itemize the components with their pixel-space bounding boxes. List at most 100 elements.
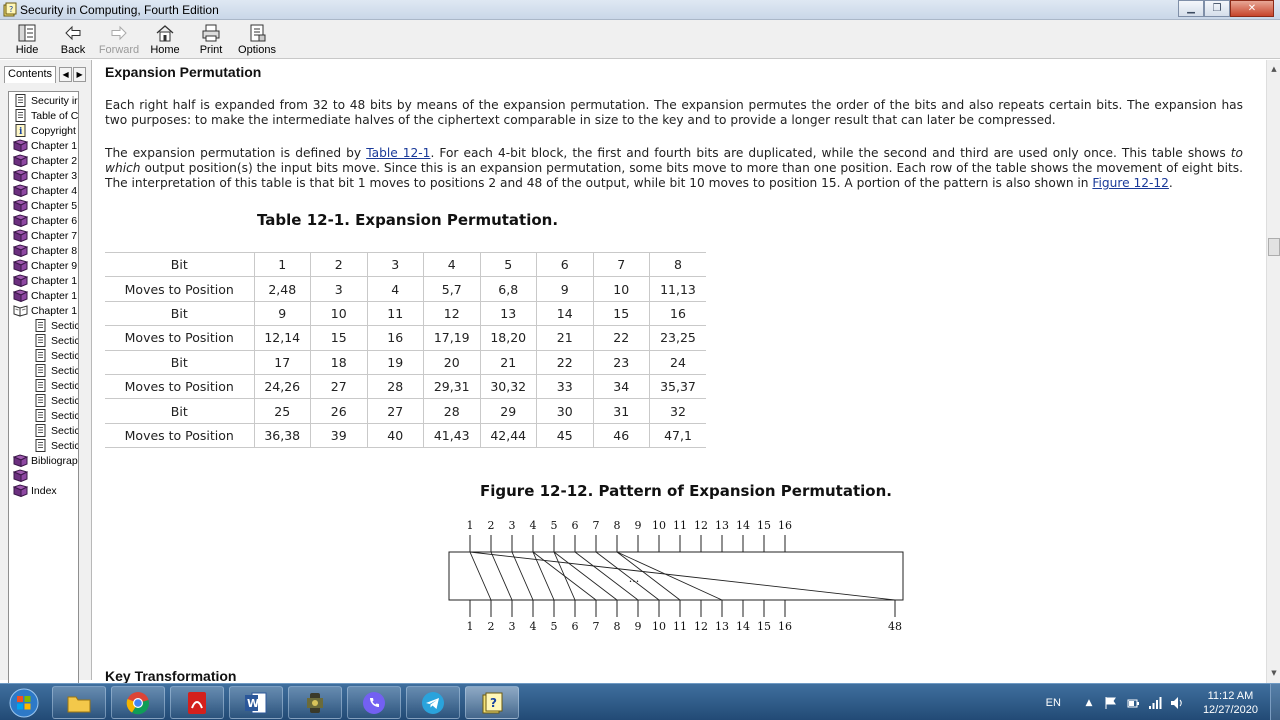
tree-item[interactable]: Chapter 1: [9, 303, 78, 318]
tree-item[interactable]: [9, 468, 78, 483]
tree-item-label: Chapter 2: [31, 154, 78, 167]
tree-item[interactable]: Sectic: [9, 378, 78, 393]
output-bit-label: 1: [467, 620, 474, 633]
tree-item[interactable]: i Copyright: [9, 123, 78, 138]
volume-icon[interactable]: [1169, 695, 1185, 711]
taskbar-media-button[interactable]: [288, 686, 342, 719]
taskbar-chrome-button[interactable]: [111, 686, 165, 719]
tree-item[interactable]: Chapter 1: [9, 288, 78, 303]
network-signal-icon[interactable]: [1147, 695, 1163, 711]
tree-item-label: Sectic: [51, 364, 78, 377]
book-icon: [13, 454, 28, 467]
expansion-pattern-figure: 1122334455667788991010111112121313141415…: [448, 519, 904, 633]
tree-item[interactable]: Sectic: [9, 393, 78, 408]
tree-item[interactable]: Chapter 2: [9, 153, 78, 168]
tab-scroll-left-button[interactable]: ◀: [59, 67, 73, 82]
start-button[interactable]: [4, 686, 44, 719]
taskbar-explorer-button[interactable]: [52, 686, 106, 719]
print-button[interactable]: Print: [188, 20, 234, 59]
tab-scroll-right-button[interactable]: ▶: [73, 67, 87, 82]
clock-time: 11:12 AM: [1207, 689, 1254, 702]
tree-item[interactable]: Sectic: [9, 423, 78, 438]
language-indicator[interactable]: EN: [1046, 697, 1061, 709]
print-label: Print: [199, 44, 223, 56]
table-cell: 8: [649, 251, 706, 277]
page-icon: [35, 349, 46, 362]
hide-label: Hide: [15, 44, 39, 56]
output-bit-label: 9: [635, 620, 642, 633]
tree-item[interactable]: Table of C: [9, 108, 78, 123]
taskbar-word-button[interactable]: W: [229, 686, 283, 719]
table-row: Moves to Position 12,14 15 16 17,19 18,20 21 22…: [105, 325, 706, 351]
contents-tree[interactable]: Security ir Table of C i Copyright Chapter 1…: [8, 91, 79, 719]
close-button[interactable]: ✕: [1230, 0, 1274, 17]
figure-12-12-link[interactable]: Figure 12-12: [1092, 176, 1169, 190]
tree-item[interactable]: Chapter 1: [9, 138, 78, 153]
power-icon[interactable]: [1125, 695, 1141, 711]
action-center-flag-icon[interactable]: [1103, 695, 1119, 711]
tree-item[interactable]: Sectic: [9, 318, 78, 333]
back-button[interactable]: Back: [50, 20, 96, 59]
table-cell: 25: [253, 398, 311, 424]
content-vertical-scrollbar[interactable]: ▲ ▼: [1266, 60, 1280, 683]
tray-expand-icon[interactable]: ▲: [1081, 695, 1097, 711]
table-cell: 40: [366, 422, 424, 449]
title-bar: ? Security in Computing, Fourth Edition …: [0, 0, 1280, 20]
table-cell: 30,32: [479, 373, 537, 399]
tree-item[interactable]: Chapter 4: [9, 183, 78, 198]
taskbar-telegram-button[interactable]: [406, 686, 460, 719]
tree-item[interactable]: Sectic: [9, 408, 78, 423]
table-cell: 9: [536, 276, 593, 302]
table-cell: 15: [310, 325, 367, 351]
table-cell: 17: [253, 349, 311, 375]
taskbar-help-button[interactable]: ?: [465, 686, 519, 719]
taskbar-pdf-button[interactable]: [170, 686, 224, 719]
svg-text:W: W: [247, 697, 259, 710]
table-cell: 11: [366, 300, 424, 326]
tree-item[interactable]: Sectic: [9, 438, 78, 453]
forward-button[interactable]: Forward: [96, 20, 142, 59]
input-bit-label: 16: [778, 519, 792, 532]
help-app-icon: ?: [3, 2, 17, 17]
book-icon: [13, 484, 28, 497]
tree-item[interactable]: Chapter 5: [9, 198, 78, 213]
home-button[interactable]: Home: [142, 20, 188, 59]
tab-contents[interactable]: Contents: [4, 66, 57, 83]
tree-item[interactable]: Chapter 9: [9, 258, 78, 273]
hide-button[interactable]: Hide: [4, 20, 50, 59]
table-cell: 46: [592, 422, 650, 449]
clock[interactable]: 11:12 AM 12/27/2020: [1203, 689, 1258, 717]
table-cell: 5,7: [423, 276, 480, 302]
tree-item[interactable]: Security ir: [9, 93, 78, 108]
show-desktop-button[interactable]: [1270, 684, 1280, 720]
tree-item[interactable]: Chapter 3: [9, 168, 78, 183]
book-icon: [13, 274, 28, 287]
maximize-button[interactable]: ❐: [1204, 0, 1230, 17]
tree-item[interactable]: Bibliograp: [9, 453, 78, 468]
folder-icon: [67, 696, 91, 712]
input-bit-label: 9: [635, 519, 642, 532]
tree-item[interactable]: Sectic: [9, 363, 78, 378]
book-icon: [13, 169, 28, 182]
table-cell: 6: [536, 251, 593, 277]
taskbar-viber-button[interactable]: [347, 686, 401, 719]
tree-item[interactable]: Chapter 1: [9, 273, 78, 288]
output-bit-label: 11: [673, 620, 687, 633]
tree-item[interactable]: Chapter 6: [9, 213, 78, 228]
tree-item[interactable]: Index: [9, 483, 78, 498]
mapping-line: [553, 551, 576, 601]
table-12-1-link[interactable]: Table 12-1: [366, 146, 430, 160]
tree-item[interactable]: Sectic: [9, 333, 78, 348]
hide-icon: [18, 24, 36, 42]
options-button[interactable]: Options: [234, 20, 280, 59]
book-icon: [13, 289, 28, 302]
table-row: Bit 25 26 27 28 29 30 31 32: [105, 398, 706, 424]
content-scroll-thumb[interactable]: [1268, 238, 1280, 256]
scroll-up-icon: ▲: [1271, 65, 1277, 73]
minimize-button[interactable]: ▁: [1178, 0, 1204, 17]
book-icon: [13, 469, 28, 482]
tree-item[interactable]: Chapter 8: [9, 243, 78, 258]
tree-item[interactable]: Sectic: [9, 348, 78, 363]
output-bit-label-48: 48: [888, 620, 902, 633]
tree-item[interactable]: Chapter 7: [9, 228, 78, 243]
